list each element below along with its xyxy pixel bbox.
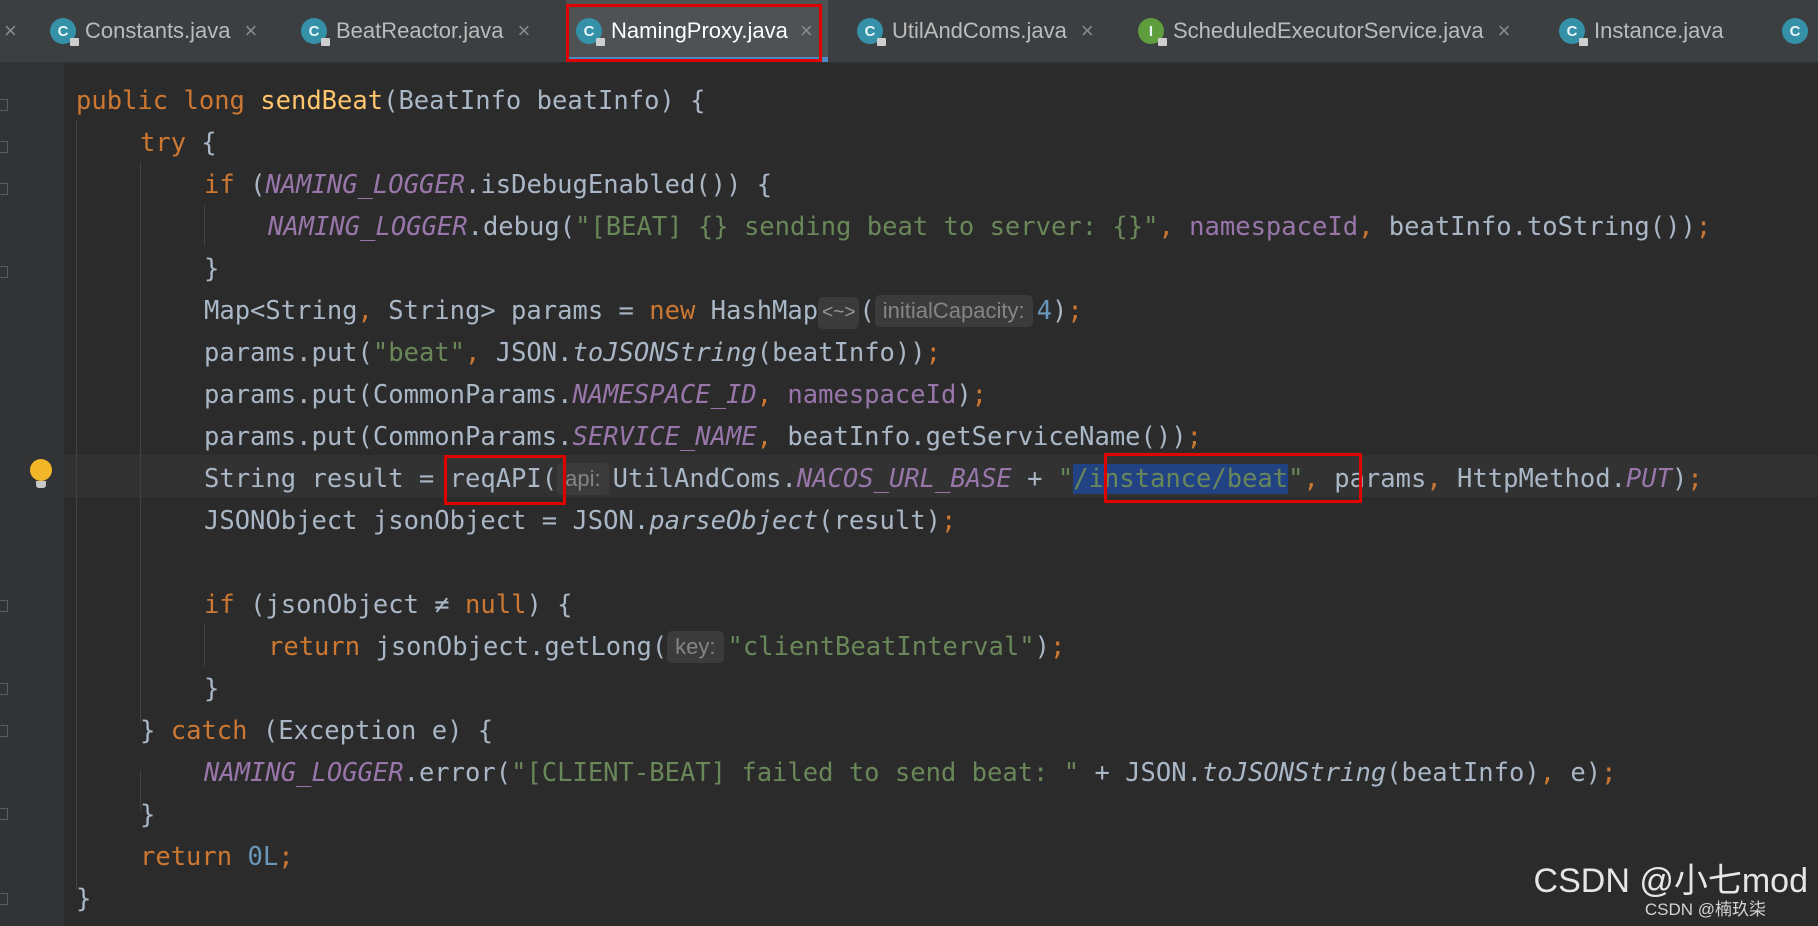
indent-guide <box>204 624 205 666</box>
tab-label: Constants.java <box>85 18 231 43</box>
code-line-8[interactable]: params.put(CommonParams.NAMESPACE_ID, na… <box>204 374 987 416</box>
tab-beatreactor[interactable]: C BeatReactor.java × <box>301 0 530 62</box>
fold-marker[interactable] <box>0 725 8 737</box>
code-line-9[interactable]: params.put(CommonParams.SERVICE_NAME, be… <box>204 416 1202 458</box>
diamond-hint: <~> <box>818 297 860 329</box>
class-icon: C <box>301 18 330 46</box>
indent-guide <box>140 162 141 724</box>
class-icon: C <box>50 18 79 46</box>
parameter-hint: api: <box>557 463 609 495</box>
tab-scheduledexecutorservice[interactable]: I ScheduledExecutorService.java × <box>1138 0 1510 62</box>
tab-utilandcoms[interactable]: C UtilAndComs.java × <box>857 0 1094 62</box>
indent-guide <box>76 120 77 890</box>
tab-label: NamingProxy.java <box>611 18 788 43</box>
close-icon[interactable]: × <box>245 18 258 44</box>
code-line-3[interactable]: if (NAMING_LOGGER.isDebugEnabled()) { <box>204 164 772 206</box>
code-line-17[interactable]: NAMING_LOGGER.error("[CLIENT-BEAT] faile… <box>204 752 1616 794</box>
editor-tab-bar: × C Constants.java × C BeatReactor.java … <box>0 0 1818 63</box>
editor-gutter <box>0 63 64 926</box>
parameter-hint: key: <box>667 631 724 663</box>
tab-close-overflow[interactable]: × <box>0 0 17 62</box>
tab-constants[interactable]: C Constants.java × <box>50 0 257 62</box>
code-line-19[interactable]: return 0L; <box>140 836 294 878</box>
fold-marker[interactable] <box>0 266 8 278</box>
close-icon[interactable]: × <box>4 18 17 44</box>
code-line-4[interactable]: NAMING_LOGGER.debug("[BEAT] {} sending b… <box>268 206 1711 248</box>
tab-label: ScheduledExecutorService.java <box>1173 18 1484 43</box>
reqapi-call: reqAPI <box>449 464 542 494</box>
code-line-20[interactable]: } <box>76 878 91 920</box>
fold-marker[interactable] <box>0 683 8 695</box>
class-icon: C <box>1559 18 1588 46</box>
tab-label: BeatReactor.java <box>336 18 504 43</box>
lightbulb-icon[interactable] <box>30 459 52 488</box>
class-icon: C <box>857 18 886 46</box>
fold-marker[interactable] <box>0 141 8 153</box>
tab-label: UtilAndComs.java <box>892 18 1067 43</box>
code-line-11[interactable]: JSONObject jsonObject = JSON.parseObject… <box>204 500 956 542</box>
parameter-hint: initialCapacity: <box>874 295 1033 327</box>
watermark-small: CSDN @楠玖柒 <box>1644 900 1766 919</box>
fold-marker[interactable] <box>0 99 8 111</box>
tab-instance[interactable]: C Instance.java <box>1559 0 1724 62</box>
selected-text: /instance/beat <box>1073 464 1289 494</box>
fold-marker[interactable] <box>0 808 8 820</box>
code-line-6[interactable]: Map<String, String> params = new HashMap… <box>204 290 1083 332</box>
code-line-1[interactable]: public long sendBeat(BeatInfo beatInfo) … <box>76 80 706 122</box>
close-icon[interactable]: × <box>800 18 813 44</box>
interface-icon: I <box>1138 18 1167 46</box>
code-line-14[interactable]: return jsonObject.getLong(key: "clientBea… <box>268 626 1065 668</box>
class-icon: C <box>576 18 605 46</box>
code-line-5[interactable]: } <box>204 248 219 290</box>
code-line-13[interactable]: if (jsonObject ≠ null) { <box>204 584 573 626</box>
class-icon: C <box>1782 18 1808 44</box>
code-line-7[interactable]: params.put("beat", JSON.toJSONString(bea… <box>204 332 941 374</box>
close-icon[interactable]: × <box>518 18 531 44</box>
tab-namingproxy[interactable]: C NamingProxy.java × <box>566 0 828 62</box>
indent-guide <box>204 204 205 246</box>
close-icon[interactable]: × <box>1081 18 1094 44</box>
code-line-16[interactable]: } catch (Exception e) { <box>140 710 493 752</box>
code-line-18[interactable]: } <box>140 794 155 836</box>
code-line-10[interactable]: String result = reqAPI(api: UtilAndComs.N… <box>204 458 1703 500</box>
fold-marker[interactable] <box>0 183 8 195</box>
fold-marker[interactable] <box>0 600 8 612</box>
code-line-15[interactable]: } <box>204 668 219 710</box>
fold-marker[interactable] <box>0 893 8 905</box>
close-icon[interactable]: × <box>1498 18 1511 44</box>
tab-label: Instance.java <box>1594 18 1724 43</box>
code-line-2[interactable]: try { <box>140 122 217 164</box>
tab-overflow[interactable]: C <box>1782 0 1817 62</box>
